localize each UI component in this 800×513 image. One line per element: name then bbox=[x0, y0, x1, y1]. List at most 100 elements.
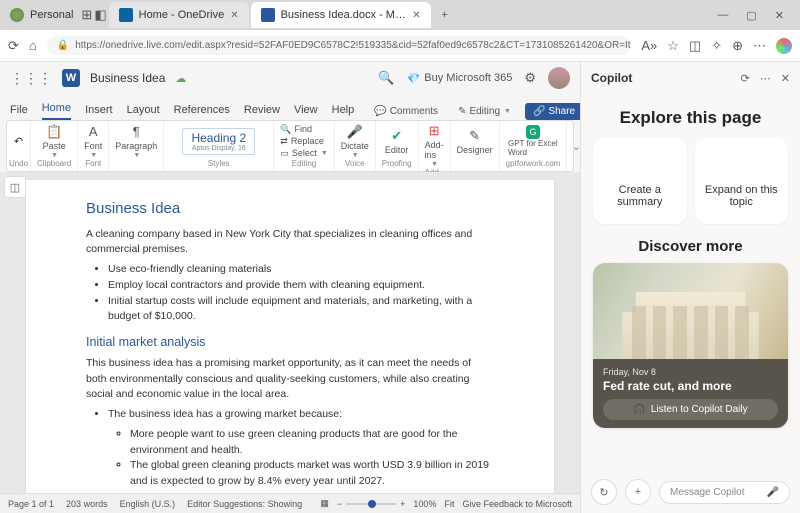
listen-button[interactable]: 🎧Listen to Copilot Daily bbox=[603, 399, 778, 420]
history-button[interactable]: ↻ bbox=[591, 479, 617, 505]
navigation-pane-icon[interactable]: ◫ bbox=[4, 176, 26, 198]
profile-chip[interactable]: Personal bbox=[4, 2, 79, 28]
editor-button[interactable]: ✔Editor bbox=[385, 128, 409, 155]
status-page[interactable]: Page 1 of 1 bbox=[8, 499, 54, 509]
ribbon: ↶Undo 📋Paste▼Clipboard AFont▼Font ¶Parag… bbox=[6, 120, 574, 172]
replace-button[interactable]: ⇄ Replace bbox=[280, 136, 327, 147]
url-text: https://onedrive.live.com/edit.aspx?resi… bbox=[75, 40, 631, 51]
placeholder: Message Copilot bbox=[670, 487, 744, 498]
tab-view[interactable]: View bbox=[294, 104, 318, 120]
message-input[interactable]: Message Copilot 🎤 bbox=[659, 481, 790, 504]
tab-references[interactable]: References bbox=[174, 104, 230, 120]
tab-file[interactable]: File bbox=[10, 104, 28, 120]
user-avatar[interactable] bbox=[548, 67, 570, 89]
profile-avatar-icon bbox=[10, 8, 24, 22]
new-tab-button[interactable]: + bbox=[433, 3, 457, 27]
search-icon[interactable]: 🔍 bbox=[378, 70, 394, 86]
profile-label: Personal bbox=[30, 9, 73, 21]
tab-layout[interactable]: Layout bbox=[127, 104, 160, 120]
style-heading2[interactable]: Heading 2Aptos Display, 16 bbox=[182, 128, 255, 155]
read-aloud-icon[interactable]: A» bbox=[641, 38, 657, 53]
microphone-icon[interactable]: 🎤 bbox=[767, 487, 779, 498]
doc-h1: Business Idea bbox=[86, 198, 494, 221]
news-card[interactable]: Friday, Nov 8 Fed rate cut, and more 🎧Li… bbox=[593, 263, 788, 428]
designer-button[interactable]: ✎Designer bbox=[457, 128, 493, 155]
more-icon[interactable]: ⋯ bbox=[760, 72, 771, 85]
status-fit[interactable]: Fit bbox=[444, 499, 454, 509]
document-title[interactable]: Business Idea bbox=[90, 71, 165, 85]
tab-help[interactable]: Help bbox=[332, 104, 355, 120]
close-icon[interactable]: ✕ bbox=[412, 10, 420, 21]
close-icon[interactable]: ✕ bbox=[781, 72, 790, 85]
workspaces-icon[interactable]: ⊞ bbox=[81, 7, 92, 23]
doc-subbullet: More people want to use green cleaning p… bbox=[130, 427, 494, 459]
card-create-summary[interactable]: Create a summary bbox=[593, 138, 687, 224]
dictate-button[interactable]: 🎤Dictate▼ bbox=[341, 124, 369, 159]
word-icon bbox=[261, 8, 275, 22]
tab-home[interactable]: Home bbox=[42, 102, 71, 120]
refresh-icon[interactable]: ⟳ bbox=[741, 72, 750, 85]
copilot-browser-icon[interactable] bbox=[776, 38, 792, 54]
doc-bullet: Employ local contractors and provide the… bbox=[108, 278, 494, 294]
tab-title: Home - OneDrive bbox=[139, 9, 225, 21]
font-button[interactable]: AFont▼ bbox=[84, 124, 102, 159]
doc-subbullet: The global green cleaning products marke… bbox=[130, 458, 494, 490]
status-feedback[interactable]: Give Feedback to Microsoft bbox=[462, 499, 572, 509]
minimize-button[interactable]: — bbox=[717, 9, 728, 22]
addins-button[interactable]: ⊞Add-ins▼ bbox=[425, 123, 444, 168]
comments-button[interactable]: 💬 Comments bbox=[368, 104, 444, 119]
explore-heading: Explore this page bbox=[593, 108, 788, 128]
tab-title: Business Idea.docx - Microsoft W bbox=[281, 9, 407, 21]
home-icon[interactable]: ⌂ bbox=[29, 38, 37, 53]
word-logo-icon: W bbox=[62, 69, 80, 87]
app-launcher-icon[interactable]: ⋮⋮⋮ bbox=[10, 70, 52, 87]
close-window-button[interactable]: ✕ bbox=[775, 9, 784, 22]
doc-bullet: Use eco-friendly cleaning materials bbox=[108, 262, 494, 278]
undo-icon[interactable]: ↶ bbox=[14, 135, 23, 148]
onedrive-icon bbox=[119, 8, 133, 22]
discover-heading: Discover more bbox=[593, 238, 788, 255]
status-zoom[interactable]: 100% bbox=[413, 499, 436, 509]
news-headline: Fed rate cut, and more bbox=[603, 379, 778, 393]
collections-icon[interactable]: ⊕ bbox=[732, 38, 743, 54]
zoom-slider[interactable]: −+ bbox=[337, 499, 406, 509]
refresh-icon[interactable]: ⟳ bbox=[8, 38, 19, 54]
tab-insert[interactable]: Insert bbox=[85, 104, 113, 120]
document-page[interactable]: Business Idea A cleaning company based i… bbox=[26, 180, 554, 493]
buy-m365-button[interactable]: 💎 Buy Microsoft 365 bbox=[407, 72, 513, 85]
card-expand-topic[interactable]: Expand on this topic bbox=[695, 138, 789, 224]
favorite-icon[interactable]: ☆ bbox=[667, 38, 679, 54]
settings-icon[interactable]: ⚙ bbox=[524, 70, 536, 86]
paragraph-button[interactable]: ¶Paragraph▼ bbox=[115, 124, 157, 159]
tab-actions-icon[interactable]: ◧ bbox=[94, 7, 106, 23]
news-image bbox=[593, 263, 788, 359]
gpt-addin-button[interactable]: GGPT for Excel Word bbox=[508, 125, 558, 158]
address-bar[interactable]: 🔒 https://onedrive.live.com/edit.aspx?re… bbox=[47, 36, 632, 55]
favorites-bar-icon[interactable]: ✧ bbox=[711, 38, 722, 54]
tab-review[interactable]: Review bbox=[244, 104, 280, 120]
view-mode-icon[interactable]: ▦ bbox=[320, 498, 329, 509]
lock-icon: 🔒 bbox=[57, 40, 69, 51]
doc-h2: Initial market analysis bbox=[86, 333, 494, 352]
find-button[interactable]: 🔍 Find bbox=[280, 124, 327, 135]
split-icon[interactable]: ◫ bbox=[689, 38, 701, 54]
status-words[interactable]: 203 words bbox=[66, 499, 108, 509]
doc-bullet: The business idea has a growing market b… bbox=[108, 408, 342, 420]
browser-tab-word[interactable]: Business Idea.docx - Microsoft W ✕ bbox=[251, 2, 431, 28]
extensions-icon[interactable]: ⋯ bbox=[753, 38, 766, 54]
status-editor[interactable]: Editor Suggestions: Showing bbox=[187, 499, 302, 509]
browser-tab-onedrive[interactable]: Home - OneDrive ✕ bbox=[109, 2, 249, 28]
close-icon[interactable]: ✕ bbox=[230, 10, 238, 21]
maximize-button[interactable]: ▢ bbox=[746, 9, 756, 22]
select-button[interactable]: ▭ Select▼ bbox=[280, 148, 327, 159]
paste-button[interactable]: 📋Paste▼ bbox=[43, 124, 66, 159]
doc-bullet: Initial startup costs will include equip… bbox=[108, 294, 494, 326]
doc-p1: A cleaning company based in New York Cit… bbox=[86, 227, 494, 259]
saved-icon: ☁ bbox=[175, 72, 186, 85]
status-lang[interactable]: English (U.S.) bbox=[120, 499, 176, 509]
headphones-icon: 🎧 bbox=[633, 404, 645, 415]
new-chat-button[interactable]: + bbox=[625, 479, 651, 505]
editing-mode-button[interactable]: ✎ Editing▼ bbox=[452, 104, 517, 119]
doc-p2: This business idea has a promising marke… bbox=[86, 356, 494, 403]
copilot-title: Copilot bbox=[591, 71, 632, 85]
